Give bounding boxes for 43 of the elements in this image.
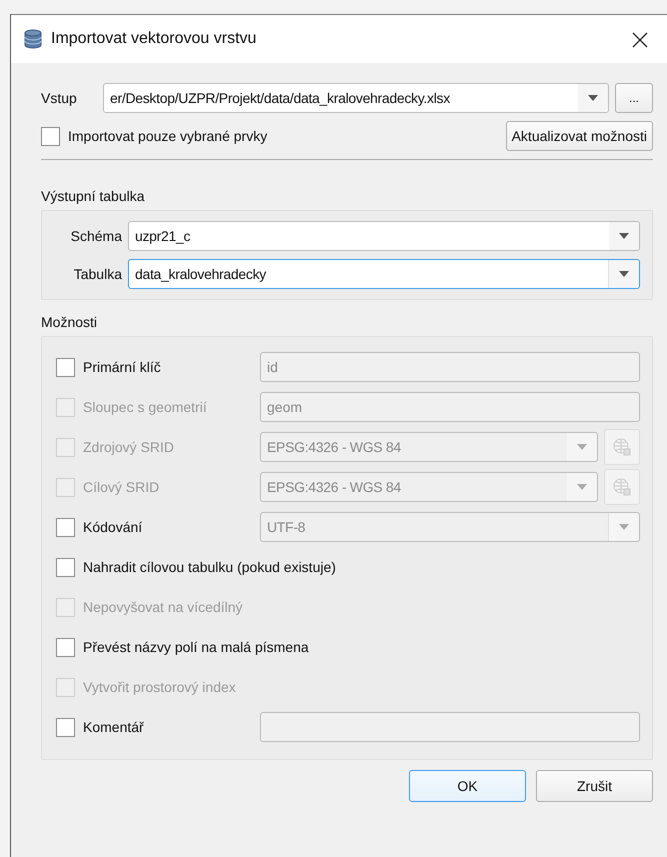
checkbox-label: Komentář	[83, 719, 144, 735]
group-title: Výstupní tabulka	[41, 188, 146, 204]
checkbox-label: Zdrojový SRID	[83, 439, 174, 455]
cancel-button[interactable]: Zrušit	[536, 770, 653, 802]
checkbox-label: Sloupec s geometrií	[83, 399, 207, 415]
globe-icon	[612, 437, 632, 457]
caret-icon	[619, 271, 629, 277]
text-field[interactable]	[260, 712, 640, 742]
window-title: Importovat vektorovou vrstvu	[51, 30, 256, 48]
caret-icon	[619, 524, 629, 530]
caret-icon	[577, 444, 587, 450]
dropdown[interactable]: uzpr21_c	[128, 221, 640, 251]
caret-icon	[588, 95, 598, 101]
checkbox-label: Importovat pouze vybrané prvky	[68, 128, 268, 144]
globe-icon	[612, 477, 632, 497]
field-label: Schéma	[70, 228, 122, 244]
checkbox-label: Převést názvy polí na malá písmena	[83, 639, 309, 655]
checkbox-label: Cílový SRID	[83, 479, 160, 495]
caret-icon	[577, 484, 587, 490]
crs-button[interactable]	[604, 469, 640, 505]
checkbox[interactable]	[56, 358, 75, 376]
input-combo[interactable]: er/Desktop/UZPR/Projekt/data/data_kralovehradecky.xlsx	[103, 83, 609, 113]
checkbox-label: Primární klíč	[83, 359, 161, 375]
checkbox-label: Vytvořit prostorový index	[83, 679, 236, 695]
browse-button[interactable]: ...	[615, 83, 653, 113]
field-label: Tabulka	[72, 266, 122, 282]
database-icon	[23, 29, 43, 49]
checkbox[interactable]	[56, 638, 75, 656]
caret-icon	[619, 233, 629, 239]
checkbox[interactable]	[41, 126, 60, 146]
checkbox-label: Nepovyšovat na vícedílný	[83, 599, 243, 615]
dropdown[interactable]: data_kralovehradecky	[128, 259, 640, 289]
group-title: Možnosti	[41, 314, 98, 330]
close-icon[interactable]	[632, 32, 648, 48]
ok-button[interactable]: OK	[409, 770, 526, 802]
checkbox[interactable]	[56, 518, 75, 536]
checkbox[interactable]	[56, 558, 75, 576]
checkbox[interactable]	[56, 718, 75, 736]
checkbox-label: Kódování	[83, 519, 142, 535]
crs-button[interactable]	[604, 429, 640, 465]
refresh-button[interactable]: Aktualizovat možnosti	[506, 121, 653, 151]
checkbox-label: Nahradit cílovou tabulku (pokud existuje)	[83, 559, 336, 575]
input-label: Vstup	[41, 90, 78, 106]
